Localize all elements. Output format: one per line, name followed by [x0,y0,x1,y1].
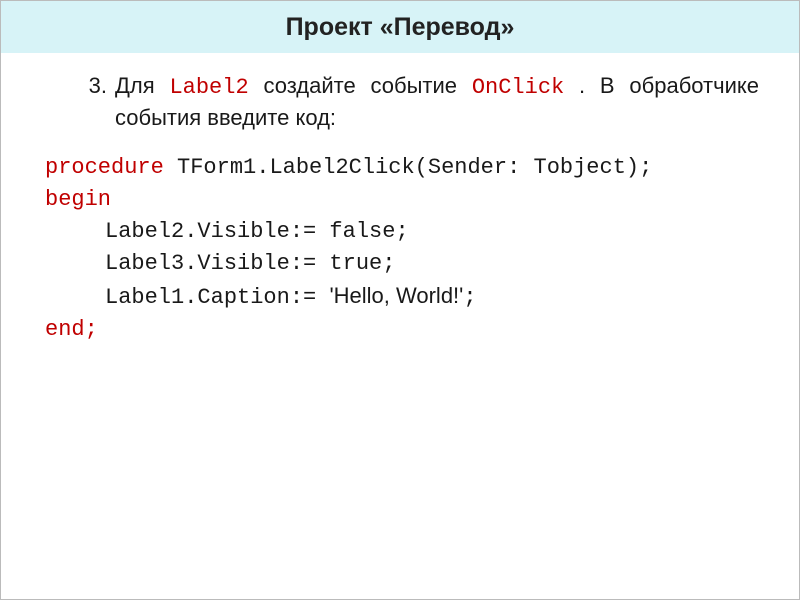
code-keyword: begin [45,187,111,212]
list-item-marker: 3. [41,71,115,101]
code-line: Label1.Caption:= 'Hello, World!'; [45,280,759,314]
code-text: Label2.Visible:= false; [105,219,409,244]
code-line: Label2.Visible:= false; [45,216,759,248]
code-keyword: procedure [45,155,164,180]
slide-title: Проект «Перевод» [1,13,799,42]
list-item: 3. Для Label2 создайте событие OnClick .… [41,71,759,132]
code-text: ; [463,285,476,310]
code-line: Label3.Visible:= true; [45,248,759,280]
code-line: procedure TForm1.Label2Click(Sender: Tob… [45,152,759,184]
code-line: begin [45,184,759,216]
list-item-text: Для Label2 создайте событие OnClick . В … [115,71,759,132]
code-text: Label1.Caption:= [105,285,329,310]
code-token: Label2 [169,75,248,100]
code-block: procedure TForm1.Label2Click(Sender: Tob… [41,152,759,345]
text-segment: создайте событие [263,73,471,98]
code-text: Label3.Visible:= true; [105,251,395,276]
code-text: TForm1.Label2Click(Sender: Tobject); [164,155,652,180]
code-line: end; [45,314,759,346]
title-bar: Проект «Перевод» [1,1,799,53]
slide: Проект «Перевод» 3. Для Label2 создайте … [0,0,800,600]
code-text: 'Hello, World!' [329,283,463,308]
code-keyword: end; [45,317,98,342]
content-area: 3. Для Label2 создайте событие OnClick .… [1,53,799,346]
code-token: OnClick [472,75,564,100]
text-segment: Для [115,73,169,98]
